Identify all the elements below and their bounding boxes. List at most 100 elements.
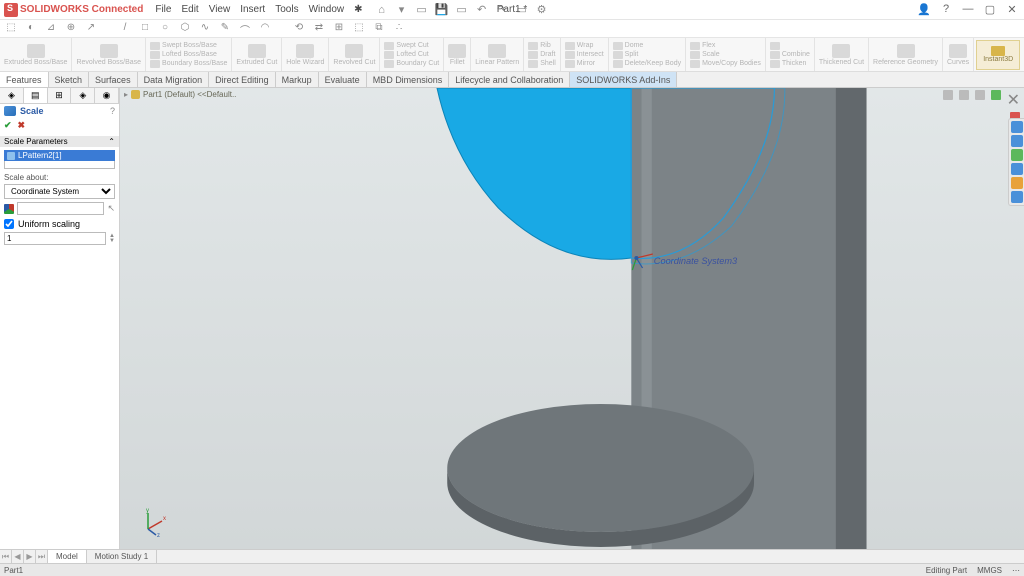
- pm-title: Scale: [20, 106, 44, 116]
- bottom-tab-model[interactable]: Model: [48, 550, 87, 563]
- menu-tools[interactable]: Tools: [275, 4, 298, 15]
- coord-system-field[interactable]: [17, 202, 104, 215]
- svg-text:y: y: [146, 508, 149, 514]
- scale-factor-spinner[interactable]: ▲▼: [109, 234, 115, 244]
- pm-help-icon[interactable]: ?: [110, 106, 115, 116]
- qt-icon[interactable]: ⬚: [4, 22, 18, 36]
- qt-icon[interactable]: ◐: [24, 22, 38, 36]
- minimize-button[interactable]: —: [960, 3, 976, 16]
- fm-tab-property[interactable]: ▤: [24, 88, 48, 103]
- ribbon-thickened-cut[interactable]: Thickened Cut: [815, 38, 869, 71]
- fm-tab-tree[interactable]: ◈: [0, 88, 24, 103]
- tab-surfaces[interactable]: Surfaces: [89, 72, 138, 87]
- tab-scroll-first[interactable]: ⏮: [0, 550, 12, 563]
- ribbon-revolved-cut[interactable]: Revolved Cut: [329, 38, 380, 71]
- undo-icon[interactable]: ↶: [475, 3, 489, 17]
- coord-system-label: Coordinate System3: [654, 256, 737, 266]
- ribbon-extruded-boss[interactable]: Extruded Boss/Base: [0, 38, 72, 71]
- status-doc: Part1: [4, 566, 23, 575]
- ribbon-pattern[interactable]: Linear Pattern: [471, 38, 524, 71]
- tab-sketch[interactable]: Sketch: [49, 72, 90, 87]
- ok-button[interactable]: ✔: [4, 120, 12, 131]
- qt-icon[interactable]: ⧉: [372, 22, 386, 36]
- tab-features[interactable]: Features: [0, 72, 49, 87]
- pm-header: Scale ?: [0, 104, 119, 118]
- ribbon-extruded-cut[interactable]: Extruded Cut: [232, 38, 282, 71]
- fm-tab-dim[interactable]: ◈: [71, 88, 95, 103]
- qt-icon[interactable]: /: [118, 22, 132, 36]
- ribbon-feat-a: Rib Draft Shell: [524, 38, 561, 71]
- save-icon[interactable]: 💾: [435, 3, 449, 17]
- qt-icon[interactable]: ◠: [258, 22, 272, 36]
- menu-more[interactable]: ✱: [354, 4, 362, 15]
- cursor-icon: ↖: [107, 203, 115, 214]
- qt-icon[interactable]: ⬚: [352, 22, 366, 36]
- pm-section-header[interactable]: Scale Parameters ⌃: [0, 136, 119, 147]
- tab-evaluate[interactable]: Evaluate: [319, 72, 367, 87]
- ribbon-revolved-boss[interactable]: Revolved Boss/Base: [72, 38, 146, 71]
- qt-icon[interactable]: ⬡: [178, 22, 192, 36]
- qt-icon[interactable]: ∿: [198, 22, 212, 36]
- tab-mbd[interactable]: MBD Dimensions: [367, 72, 450, 87]
- options-icon[interactable]: ⚙: [535, 3, 549, 17]
- ribbon-hole-wizard[interactable]: Hole Wizard: [282, 38, 329, 71]
- menu-edit[interactable]: Edit: [181, 4, 198, 15]
- property-manager: ◈ ▤ ⊞ ◈ ◉ Scale ? ✔ ✖ Scale Parameters ⌃…: [0, 88, 120, 549]
- menu-insert[interactable]: Insert: [240, 4, 265, 15]
- home-icon[interactable]: ⌂: [375, 3, 389, 17]
- uniform-scaling-checkbox[interactable]: [4, 219, 14, 229]
- tab-direct-editing[interactable]: Direct Editing: [209, 72, 276, 87]
- ribbon: Extruded Boss/Base Revolved Boss/Base Sw…: [0, 38, 1024, 72]
- scale-factor-input[interactable]: [4, 232, 106, 245]
- close-button[interactable]: ✕: [1004, 3, 1020, 16]
- new-icon[interactable]: ▾: [395, 3, 409, 17]
- open-icon[interactable]: ▭: [415, 3, 429, 17]
- menu-view[interactable]: View: [209, 4, 231, 15]
- model-geometry: Coordinate System3: [120, 88, 1024, 549]
- bottom-tab-motion[interactable]: Motion Study 1: [87, 550, 157, 563]
- qt-icon[interactable]: ⇄: [312, 22, 326, 36]
- ribbon-feat-c: Dome Split Delete/Keep Body: [609, 38, 686, 71]
- print-icon[interactable]: ▭: [455, 3, 469, 17]
- menu-file[interactable]: File: [155, 4, 171, 15]
- scale-about-select[interactable]: Coordinate System: [4, 184, 115, 199]
- qt-icon[interactable]: ⟲: [292, 22, 306, 36]
- tab-scroll-last[interactable]: ⏭: [36, 550, 48, 563]
- menu-window[interactable]: Window: [309, 4, 345, 15]
- ribbon-curves[interactable]: Curves: [943, 38, 974, 71]
- qt-icon[interactable]: □: [138, 22, 152, 36]
- fm-tab-config[interactable]: ⊞: [48, 88, 72, 103]
- window-controls: 👤 ? — ▢ ✕: [916, 3, 1020, 16]
- tab-data-migration[interactable]: Data Migration: [138, 72, 210, 87]
- ribbon-ref-geom[interactable]: Reference Geometry: [869, 38, 943, 71]
- qt-icon[interactable]: ∴: [392, 22, 406, 36]
- ribbon-fillet[interactable]: Fillet: [444, 38, 471, 71]
- user-icon[interactable]: 👤: [916, 3, 932, 16]
- help-icon[interactable]: ?: [938, 3, 954, 16]
- tab-scroll-prev[interactable]: ◀: [12, 550, 24, 563]
- qt-icon[interactable]: ⊕: [64, 22, 78, 36]
- tab-scroll-next[interactable]: ▶: [24, 550, 36, 563]
- qt-icon[interactable]: ↗: [84, 22, 98, 36]
- scale-icon: [4, 106, 16, 116]
- ribbon-instant3d[interactable]: Instant3D: [976, 40, 1020, 70]
- graphics-viewport[interactable]: ▸ Part1 (Default) <<Default.. ✕: [120, 88, 1024, 549]
- selected-body-field[interactable]: LPattern2[1]: [4, 150, 115, 161]
- qt-icon[interactable]: ○: [158, 22, 172, 36]
- maximize-button[interactable]: ▢: [982, 3, 998, 16]
- tab-markup[interactable]: Markup: [276, 72, 319, 87]
- orientation-triad[interactable]: x y z: [140, 507, 170, 537]
- qt-icon[interactable]: ⊿: [44, 22, 58, 36]
- ribbon-cut-sub: Swept Cut Lofted Cut Boundary Cut: [380, 38, 444, 71]
- status-units[interactable]: MMGS: [977, 566, 1002, 575]
- qt-icon[interactable]: ⊞: [332, 22, 346, 36]
- cancel-button[interactable]: ✖: [18, 120, 26, 131]
- fm-tab-display[interactable]: ◉: [95, 88, 119, 103]
- collapse-icon: ⌃: [108, 137, 115, 146]
- tab-addins[interactable]: SOLIDWORKS Add-Ins: [570, 72, 677, 87]
- qt-icon[interactable]: ⌒: [238, 22, 252, 36]
- tab-lifecycle[interactable]: Lifecycle and Collaboration: [449, 72, 570, 87]
- brand: SOLIDWORKS Connected: [4, 3, 143, 17]
- qt-icon[interactable]: ✎: [218, 22, 232, 36]
- status-more[interactable]: ⋯: [1012, 566, 1020, 575]
